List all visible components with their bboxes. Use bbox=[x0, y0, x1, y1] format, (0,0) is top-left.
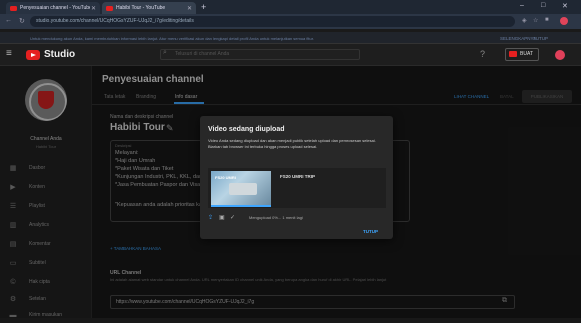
extension-icon[interactable]: ◈ bbox=[522, 17, 527, 24]
browser-tab-bar: Penyesuaian channel - YouTube Studio ✕ H… bbox=[0, 0, 581, 14]
browser-tab-channel[interactable]: Habibi Tour - YouTube ✕ bbox=[102, 2, 196, 14]
create-label: BUAT bbox=[520, 51, 533, 57]
avatar[interactable] bbox=[555, 50, 565, 60]
youtube-logo-icon[interactable] bbox=[26, 50, 40, 60]
studio-logo-text[interactable]: Studio bbox=[44, 49, 75, 60]
info-banner-text: Untuk mendukung akun Anda, kami membutuh… bbox=[30, 36, 314, 41]
video-thumbnail: FS20 UMRI bbox=[211, 171, 271, 205]
help-icon[interactable]: ? bbox=[480, 49, 485, 59]
youtube-favicon-icon bbox=[10, 5, 17, 11]
menu-icon[interactable]: ≡ bbox=[6, 48, 12, 59]
upload-video-card: FS20 UMRI FS20 UMRI TRIP bbox=[208, 168, 386, 208]
upload-arrow-icon: ⇪ bbox=[208, 215, 214, 221]
thumbnail-text: FS20 UMRI bbox=[215, 175, 236, 180]
window-icon[interactable]: ■ bbox=[545, 17, 549, 23]
dialog-text: Video Anda sedang diupload dan akan menj… bbox=[208, 138, 376, 149]
dialog-title: Video sedang diupload bbox=[208, 126, 285, 133]
close-window-icon[interactable]: ✕ bbox=[562, 2, 568, 10]
info-more-link[interactable]: SELENGKAPNYA bbox=[500, 35, 536, 42]
maximize-icon[interactable]: □ bbox=[541, 2, 545, 9]
video-title: FS20 UMRI TRIP bbox=[280, 174, 316, 179]
address-input[interactable]: studio.youtube.com/channel/UCqHOGsYZUF-U… bbox=[30, 16, 515, 27]
close-dialog-button[interactable]: TUTUP bbox=[363, 229, 378, 234]
info-banner: Untuk mendukung akun Anda, kami membutuh… bbox=[0, 32, 581, 44]
youtube-favicon-icon bbox=[106, 5, 113, 11]
search-placeholder: Telusuri di channel Anda bbox=[175, 51, 230, 57]
new-tab-button[interactable]: + bbox=[201, 2, 206, 12]
close-tab-icon[interactable]: ✕ bbox=[91, 5, 96, 12]
upload-progress-bar bbox=[211, 205, 271, 207]
minimize-icon[interactable]: – bbox=[520, 2, 524, 9]
browser-tab-studio[interactable]: Penyesuaian channel - YouTube Studio ✕ bbox=[6, 2, 100, 14]
upload-status: Mengupload 0%... 1 menit lagi bbox=[249, 215, 303, 220]
address-bar-row: ← ↻ studio.youtube.com/channel/UCqHOGsYZ… bbox=[0, 14, 581, 29]
search-input[interactable]: Telusuri di channel Anda bbox=[160, 49, 360, 60]
tab-label: Habibi Tour - YouTube bbox=[116, 5, 166, 11]
search-icon[interactable]: ⌕ bbox=[163, 49, 167, 57]
back-icon[interactable]: ← bbox=[5, 17, 12, 24]
profile-avatar[interactable] bbox=[560, 17, 568, 25]
create-video-icon bbox=[509, 51, 517, 57]
reload-icon[interactable]: ↻ bbox=[19, 17, 25, 25]
tab-label: Penyesuaian channel - YouTube Studio bbox=[20, 5, 90, 11]
upload-dialog: Video sedang diupload Video Anda sedang … bbox=[200, 116, 393, 239]
address-text: studio.youtube.com/channel/UCqHOGsYZUF-U… bbox=[36, 18, 194, 24]
bookmark-star-icon[interactable]: ☆ bbox=[533, 17, 538, 24]
hd-icon: ▣ bbox=[219, 215, 225, 221]
check-circle-icon: ✓ bbox=[230, 215, 236, 221]
studio-header: ≡ Studio Telusuri di channel Anda ⌕ ? BU… bbox=[0, 44, 581, 66]
info-close-button[interactable]: TUTUP bbox=[533, 35, 548, 42]
close-tab-icon[interactable]: ✕ bbox=[187, 5, 192, 12]
